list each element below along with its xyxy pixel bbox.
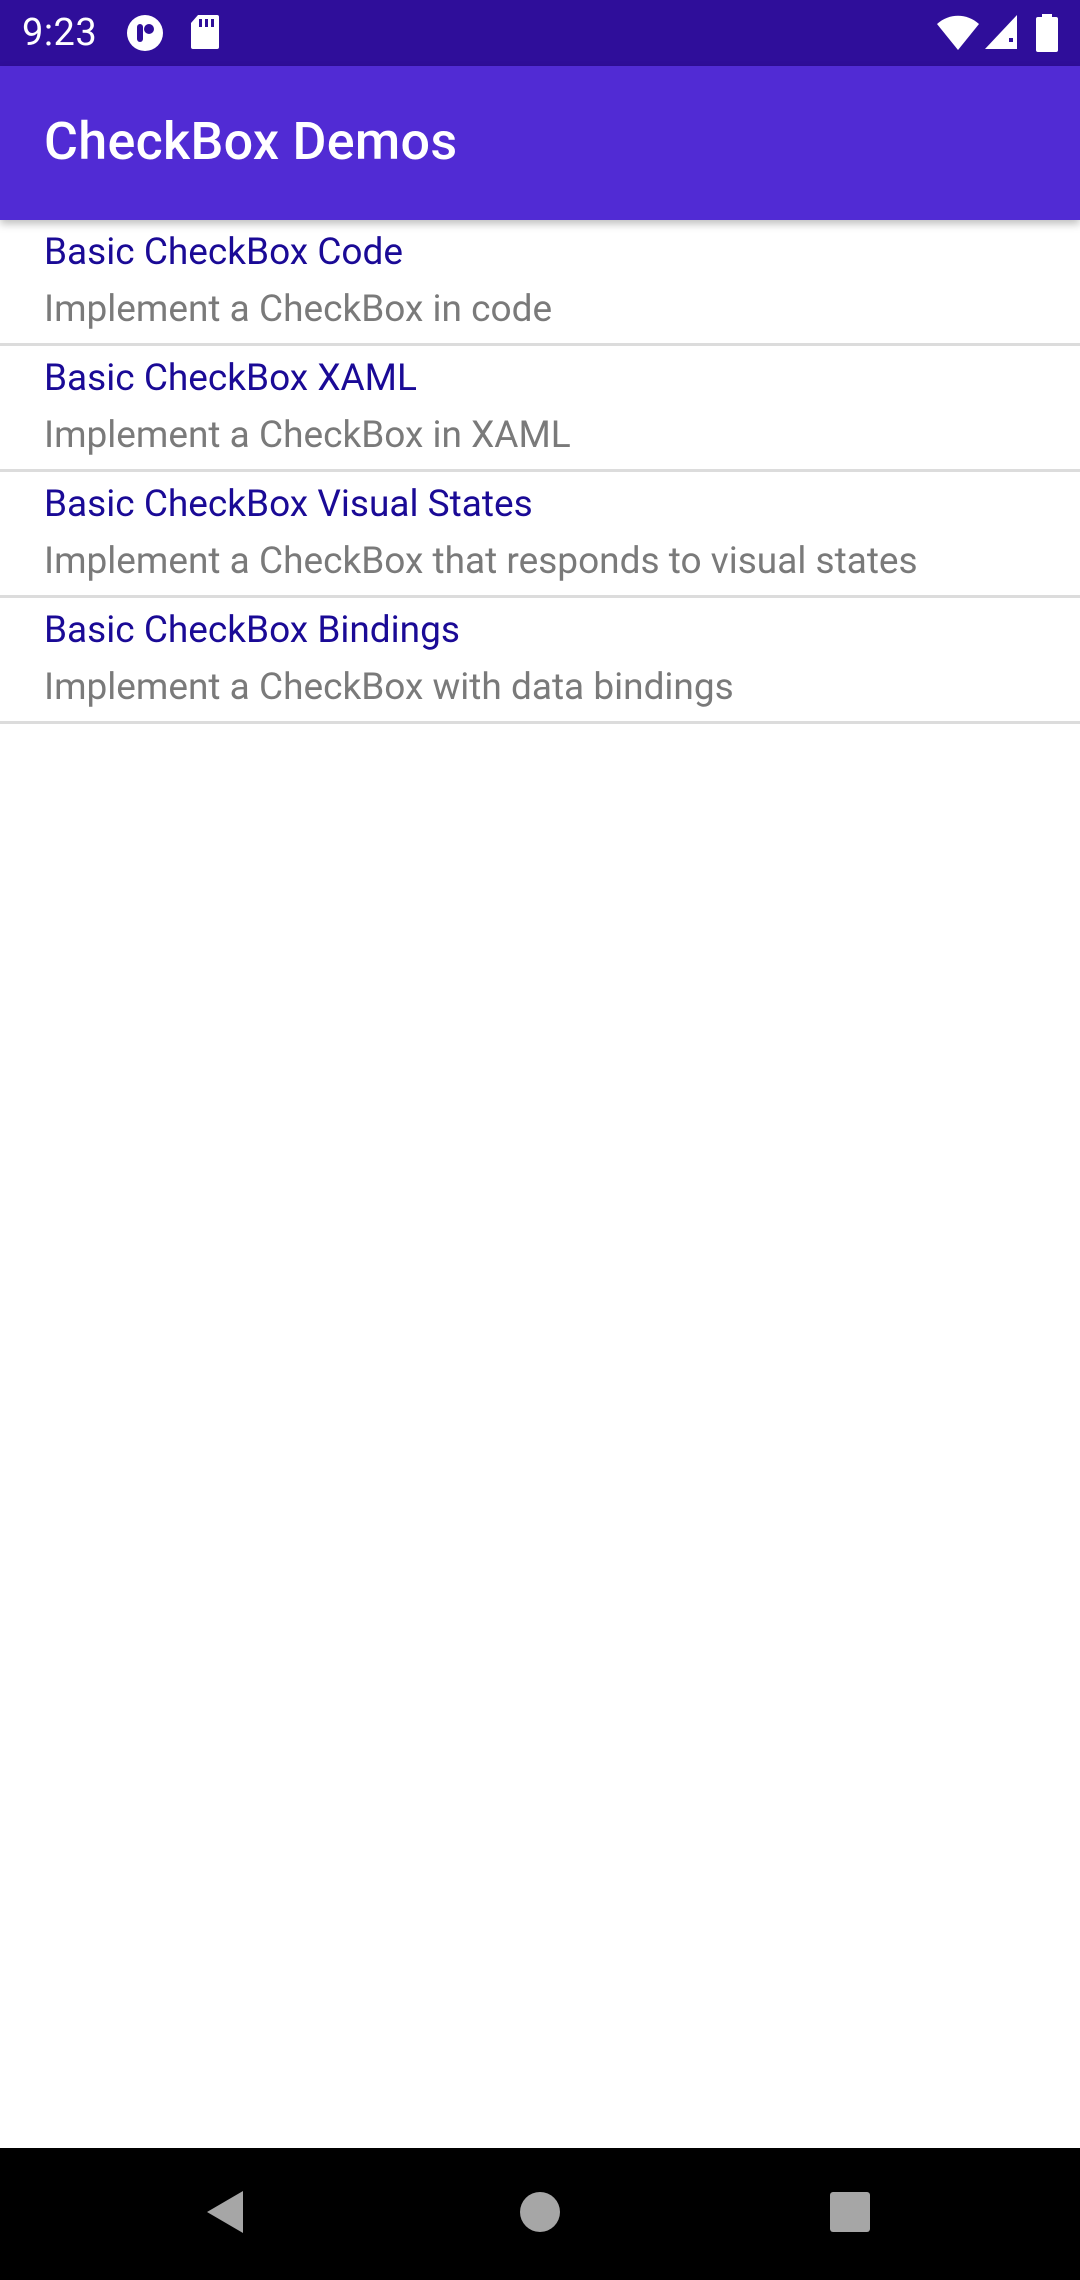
cell-signal-icon <box>984 14 1018 52</box>
status-time: 9:23 <box>22 11 98 55</box>
home-icon <box>519 2191 561 2237</box>
home-button[interactable] <box>504 2178 576 2250</box>
list-item-title: Basic CheckBox Bindings <box>44 609 460 652</box>
list-item-description: Implement a CheckBox in code <box>44 288 553 331</box>
list-item-title: Basic CheckBox Visual States <box>44 483 533 526</box>
back-icon <box>203 2187 247 2241</box>
status-bar: 9:23 <box>0 0 1080 66</box>
wifi-icon <box>936 14 980 52</box>
list-item-title: Basic CheckBox XAML <box>44 357 417 400</box>
back-button[interactable] <box>189 2178 261 2250</box>
recents-icon <box>829 2191 871 2237</box>
page-title: CheckBox Demos <box>44 111 458 172</box>
battery-icon <box>1036 14 1058 52</box>
list-item-description: Implement a CheckBox with data bindings <box>44 666 734 709</box>
list-item[interactable]: Basic CheckBox Bindings Implement a Chec… <box>0 598 1080 724</box>
app-bar: CheckBox Demos <box>0 66 1080 220</box>
list-item-description: Implement a CheckBox in XAML <box>44 414 571 457</box>
navigation-bar <box>0 2148 1080 2280</box>
list-item[interactable]: Basic CheckBox Visual States Implement a… <box>0 472 1080 598</box>
demo-list: Basic CheckBox Code Implement a CheckBox… <box>0 220 1080 724</box>
notification-app-icon <box>126 14 164 52</box>
list-item[interactable]: Basic CheckBox XAML Implement a CheckBox… <box>0 346 1080 472</box>
list-item-title: Basic CheckBox Code <box>44 231 403 274</box>
sd-card-icon <box>190 14 228 52</box>
list-item-description: Implement a CheckBox that responds to vi… <box>44 540 918 583</box>
list-item[interactable]: Basic CheckBox Code Implement a CheckBox… <box>0 220 1080 346</box>
recents-button[interactable] <box>814 2178 886 2250</box>
